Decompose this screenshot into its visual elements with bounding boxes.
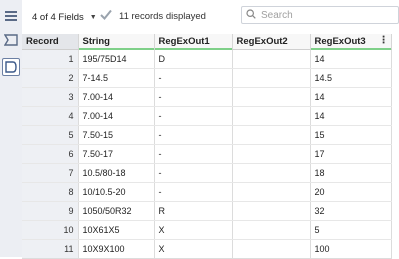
regexout1-cell[interactable]: X	[154, 220, 233, 240]
string-cell[interactable]: 10.5/80-18	[78, 163, 155, 183]
regexout2-cell[interactable]	[232, 49, 311, 69]
regexout3-cell[interactable]: 14	[310, 49, 392, 69]
regexout1-cell[interactable]: X	[154, 239, 233, 259]
fields-selector-label: 4 of 4 Fields	[32, 12, 84, 23]
table-row[interactable]: 1 195/75D14 D 14	[22, 49, 392, 69]
column-header-regexout2[interactable]: RegExOut2	[232, 34, 311, 50]
regexout1-cell[interactable]: -	[154, 144, 233, 164]
string-cell[interactable]: 195/75D14	[78, 49, 155, 69]
regexout2-cell[interactable]	[232, 125, 311, 145]
regexout1-cell[interactable]: -	[154, 163, 233, 183]
regexout3-cell[interactable]: 17	[310, 144, 392, 164]
column-header-string[interactable]: String	[78, 34, 155, 50]
left-rail	[0, 0, 23, 257]
regexout1-cell[interactable]: D	[154, 49, 233, 69]
regexout3-cell[interactable]: 5	[310, 220, 392, 240]
record-cell: 4	[22, 106, 79, 126]
table-row[interactable]: 2 7-14.5- 14.5	[22, 68, 392, 88]
toolbar: 4 of 4 Fields ▼ 11 records displayed	[22, 0, 399, 34]
column-header-regexout3[interactable]: RegExOut3 ⋮	[310, 34, 392, 50]
record-cell: 1	[22, 49, 79, 69]
records-status: 11 records displayed	[100, 9, 206, 23]
table-view-icon[interactable]	[2, 7, 20, 25]
results-grid: Record String RegExOut1 RegExOut2 RegExO…	[22, 34, 392, 259]
regexout1-cell[interactable]: -	[154, 125, 233, 145]
kebab-menu-icon[interactable]: ⋮	[379, 35, 389, 47]
regexout3-cell[interactable]: 15	[310, 125, 392, 145]
string-cell[interactable]: 7.00-14	[78, 87, 155, 107]
string-cell[interactable]: 7.50-17	[78, 144, 155, 164]
string-cell[interactable]: 10X9X100	[78, 239, 155, 259]
string-cell[interactable]: 1050/50R32	[78, 201, 155, 221]
table-row[interactable]: 10 10X61X5 X 5	[22, 220, 392, 240]
string-cell[interactable]: 10X61X5	[78, 220, 155, 240]
record-cell: 5	[22, 125, 79, 145]
field-list-icon[interactable]	[2, 31, 20, 49]
string-cell[interactable]: 7.50-15	[78, 125, 155, 145]
record-cell: 3	[22, 87, 79, 107]
table-row[interactable]: 3 7.00-14- 14	[22, 87, 392, 107]
regexout2-cell[interactable]	[232, 106, 311, 126]
regexout3-cell[interactable]: 100	[310, 239, 392, 259]
cell-view-icon[interactable]	[2, 58, 20, 76]
results-panel: 4 of 4 Fields ▼ 11 records displayed Rec…	[22, 0, 399, 259]
table-row[interactable]: 9 1050/50R32 R 32	[22, 201, 392, 221]
regexout1-cell[interactable]: -	[154, 182, 233, 202]
regexout2-cell[interactable]	[232, 163, 311, 183]
string-cell[interactable]: 7.00-14	[78, 106, 155, 126]
regexout1-cell[interactable]: -	[154, 106, 233, 126]
regexout2-cell[interactable]	[232, 239, 311, 259]
regexout2-cell[interactable]	[232, 182, 311, 202]
checkmark-icon	[100, 9, 112, 23]
table-row[interactable]: 5 7.50-15- 15	[22, 125, 392, 145]
regexout2-cell[interactable]	[232, 87, 311, 107]
regexout1-cell[interactable]: R	[154, 201, 233, 221]
regexout3-cell[interactable]: 14.5	[310, 68, 392, 88]
table-row[interactable]: 11 10X9X100 X 100	[22, 239, 392, 259]
column-header-regexout1[interactable]: RegExOut1	[154, 34, 233, 50]
table-row[interactable]: 6 7.50-17- 17	[22, 144, 392, 164]
record-cell: 6	[22, 144, 79, 164]
string-cell[interactable]: 10/10.5-20	[78, 182, 155, 202]
chevron-down-icon[interactable]: ▼	[90, 14, 97, 21]
regexout1-cell[interactable]: -	[154, 68, 233, 88]
table-row[interactable]: 4 7.00-14- 14	[22, 106, 392, 126]
search-input[interactable]	[261, 9, 381, 21]
search-icon	[246, 9, 256, 21]
regexout2-cell[interactable]	[232, 220, 311, 240]
table-row[interactable]: 7 10.5/80-18- 18	[22, 163, 392, 183]
search-box[interactable]	[241, 6, 399, 24]
fields-selector[interactable]: 4 of 4 Fields ▼	[32, 12, 97, 23]
column-header-regexout3-label: RegExOut3	[314, 36, 366, 47]
header-row: Record String RegExOut1 RegExOut2 RegExO…	[22, 34, 392, 50]
record-cell: 8	[22, 182, 79, 202]
regexout3-cell[interactable]: 14	[310, 87, 392, 107]
regexout3-cell[interactable]: 18	[310, 163, 392, 183]
regexout2-cell[interactable]	[232, 144, 311, 164]
regexout3-cell[interactable]: 32	[310, 201, 392, 221]
record-cell: 9	[22, 201, 79, 221]
string-cell[interactable]: 7-14.5	[78, 68, 155, 88]
table-row[interactable]: 8 10/10.5-20- 20	[22, 182, 392, 202]
column-header-record[interactable]: Record	[22, 34, 79, 50]
regexout1-cell[interactable]: -	[154, 87, 233, 107]
record-cell: 11	[22, 239, 79, 259]
record-cell: 2	[22, 68, 79, 88]
record-cell: 10	[22, 220, 79, 240]
regexout2-cell[interactable]	[232, 201, 311, 221]
record-cell: 7	[22, 163, 79, 183]
regexout2-cell[interactable]	[232, 68, 311, 88]
records-count: 11 records displayed	[119, 10, 206, 22]
regexout3-cell[interactable]: 20	[310, 182, 392, 202]
regexout3-cell[interactable]: 14	[310, 106, 392, 126]
